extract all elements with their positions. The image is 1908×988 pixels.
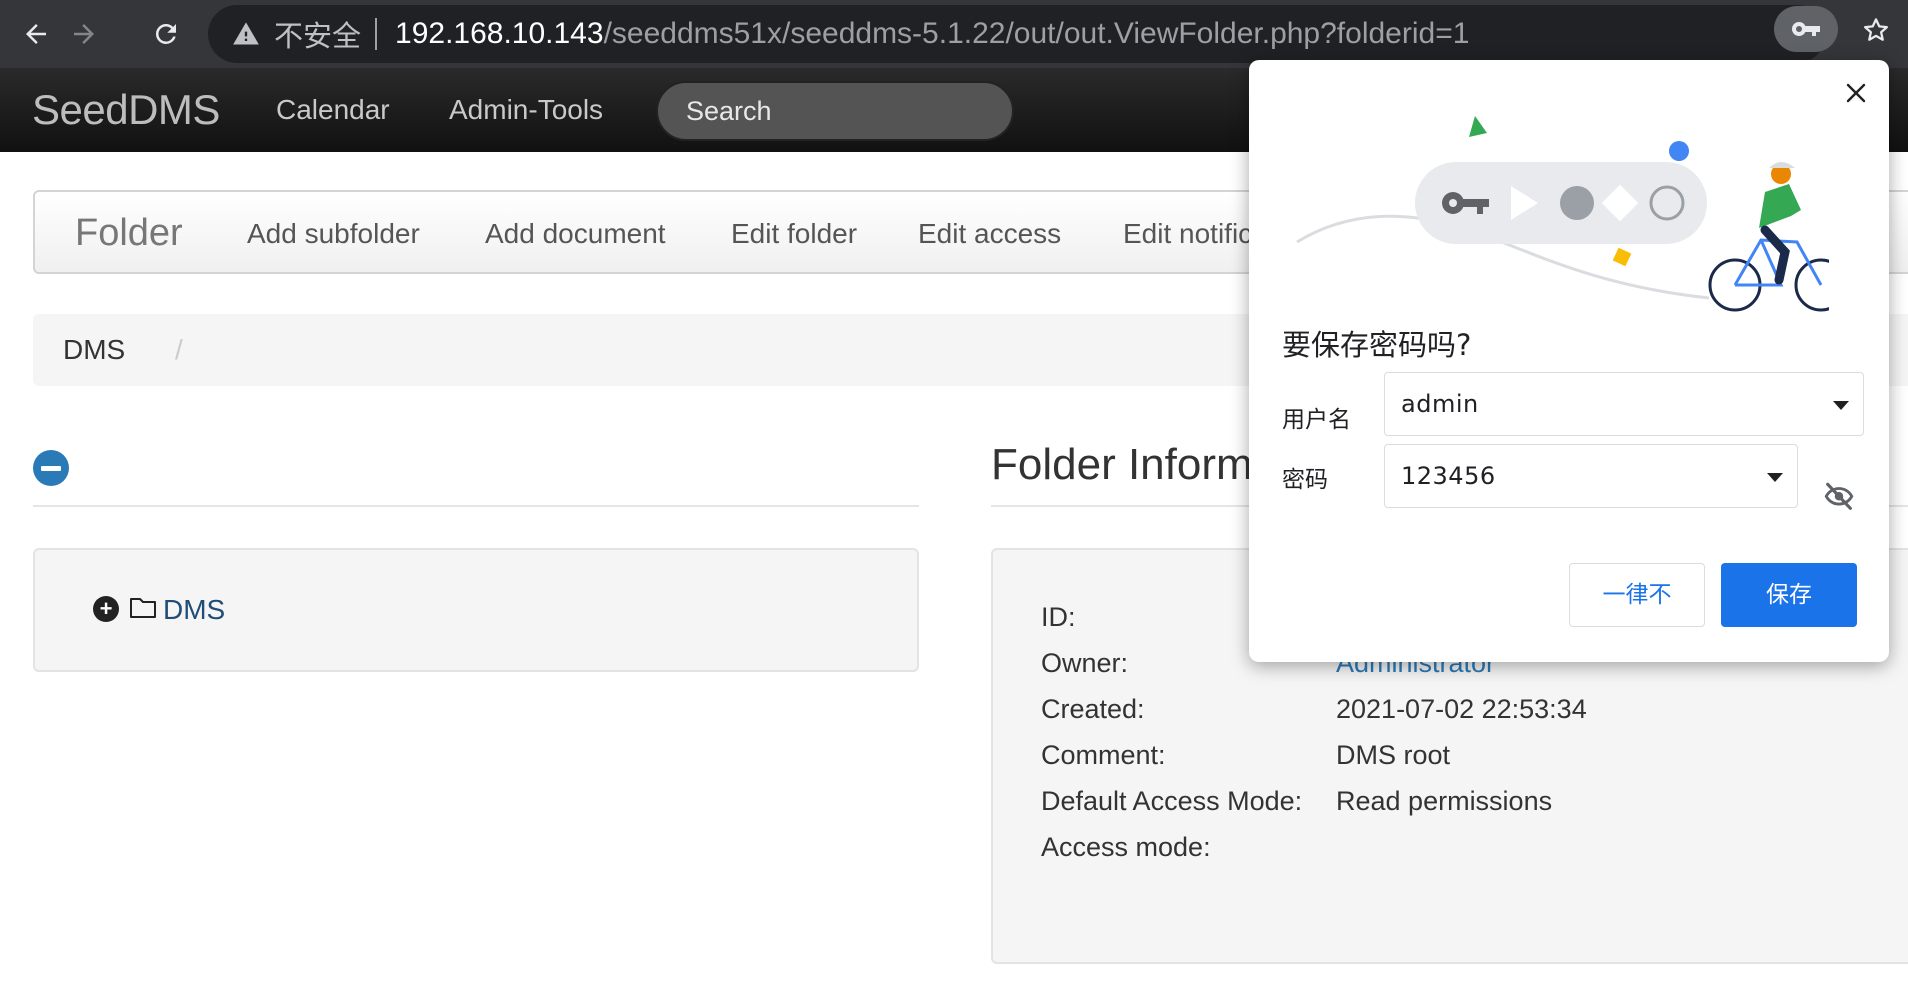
forward-button[interactable] (62, 12, 106, 56)
edit-access-link[interactable]: Edit access (918, 218, 1061, 250)
reload-icon (155, 23, 176, 44)
info-value-created: 2021-07-02 22:53:34 (1336, 694, 1587, 724)
info-label-default-access: Default Access Mode: (1041, 786, 1303, 816)
dialog-title: 要保存密码吗? (1282, 328, 1472, 362)
brand-logo[interactable]: SeedDMS (32, 86, 220, 134)
breadcrumb-separator: / (175, 334, 183, 365)
password-field[interactable]: 123456 (1384, 444, 1798, 508)
password-label: 密码 (1282, 467, 1328, 493)
nav-calendar[interactable]: Calendar (276, 94, 390, 126)
collapse-button[interactable] (33, 450, 69, 486)
back-icon (26, 24, 46, 44)
dropdown-caret-icon[interactable] (1833, 401, 1849, 410)
never-button[interactable]: 一律不 (1569, 563, 1705, 627)
add-subfolder-link[interactable]: Add subfolder (247, 218, 420, 250)
folder-icon (130, 598, 156, 618)
edit-folder-link[interactable]: Edit folder (731, 218, 857, 250)
key-icon (1792, 22, 1820, 36)
search-input[interactable]: Search (656, 81, 1014, 141)
close-button[interactable] (1839, 76, 1873, 110)
info-label-id: ID: (1041, 602, 1076, 632)
password-illustration (1296, 116, 1829, 312)
url-host: 192.168.10.143 (395, 17, 604, 50)
info-label-comment: Comment: (1041, 740, 1166, 770)
divider (33, 505, 919, 507)
folder-tree: + DMS (33, 548, 919, 672)
reload-button[interactable] (144, 12, 188, 56)
url-path: /seeddms51x/seeddms-5.1.22/out/out.ViewF… (603, 17, 1470, 50)
folder-info-heading: Folder Informa (991, 440, 1278, 489)
password-key-button[interactable] (1774, 6, 1838, 52)
password-value: 123456 (1401, 462, 1496, 490)
info-label-access-mode: Access mode: (1041, 832, 1211, 862)
username-field[interactable]: admin (1384, 372, 1864, 436)
warning-icon (233, 22, 259, 45)
dropdown-caret-icon[interactable] (1767, 473, 1783, 482)
expand-icon[interactable]: + (93, 596, 119, 622)
security-status[interactable]: 不安全 (274, 13, 361, 55)
info-label-owner: Owner: (1041, 648, 1129, 678)
bookmark-button[interactable] (1856, 10, 1896, 50)
info-label-created: Created: (1041, 694, 1145, 724)
add-document-link[interactable]: Add document (485, 218, 666, 250)
username-label: 用户名 (1282, 407, 1351, 433)
username-value: admin (1401, 390, 1479, 418)
hide-password-icon[interactable] (1822, 480, 1856, 514)
nav-admin-tools[interactable]: Admin-Tools (449, 94, 603, 126)
save-password-dialog: 要保存密码吗? 用户名 admin 密码 123456 一律不 保存 (1249, 60, 1889, 662)
star-icon (1864, 18, 1888, 41)
close-icon (1846, 83, 1866, 103)
edit-notify-link[interactable]: Edit notific (1123, 218, 1252, 250)
minus-icon (41, 465, 61, 471)
back-button[interactable] (14, 12, 58, 56)
address-bar[interactable]: 不安全 192.168.10.143/seeddms51x/seeddms-5.… (208, 5, 1826, 63)
browser-toolbar: 不安全 192.168.10.143/seeddms51x/seeddms-5.… (0, 0, 1908, 68)
info-value-default-access: Read permissions (1336, 786, 1553, 816)
subnav-title: Folder (75, 212, 183, 254)
tree-node-dms[interactable]: DMS (163, 594, 225, 626)
info-value-comment: DMS root (1336, 740, 1451, 770)
url-text[interactable]: 192.168.10.143/seeddms51x/seeddms-5.1.22… (395, 17, 1469, 51)
divider (375, 18, 378, 50)
save-button[interactable]: 保存 (1721, 563, 1857, 627)
forward-icon (74, 24, 94, 44)
breadcrumb-item-dms[interactable]: DMS (63, 334, 125, 366)
